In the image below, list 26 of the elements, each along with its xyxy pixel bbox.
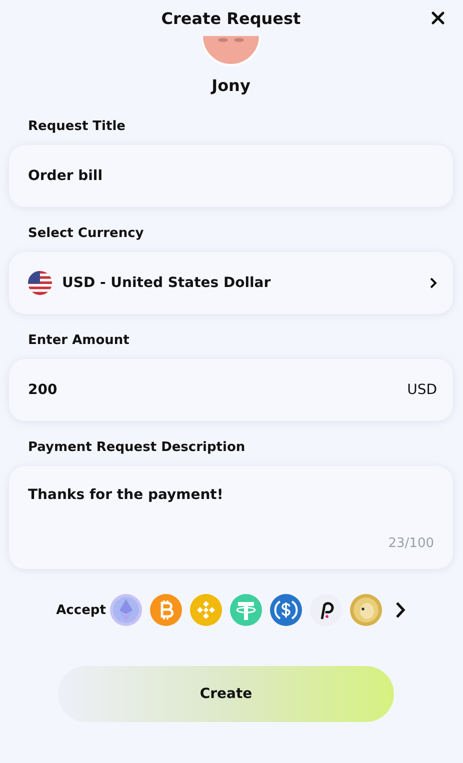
description-field[interactable]: Thanks for the payment! 23/100 — [9, 466, 453, 569]
polkadot-icon — [310, 594, 342, 626]
chevron-right-icon — [429, 277, 437, 289]
field-label: Select Currency — [28, 226, 145, 243]
field-label: Enter Amount — [28, 333, 130, 350]
create-button[interactable]: Create — [58, 666, 394, 722]
field-label: Request Title — [28, 119, 126, 136]
window-title: Create Request — [161, 9, 301, 28]
avatar — [198, 36, 264, 66]
input-field[interactable]: Order bill — [9, 145, 453, 207]
currency-unit: USD — [407, 382, 437, 398]
close-icon[interactable] — [431, 11, 445, 25]
chevron-right-icon[interactable] — [394, 601, 406, 619]
accept-label: Accept — [56, 602, 106, 618]
amount-field[interactable]: 200 USD — [9, 359, 453, 421]
character-counter: 23/100 — [388, 536, 434, 551]
tether-icon — [230, 594, 262, 626]
recipient-name: Jony — [210, 76, 252, 97]
field-label: Payment Request Description — [28, 440, 246, 457]
flag-icon — [28, 271, 52, 295]
currency-select[interactable]: USD - United States Dollar — [9, 252, 453, 314]
description-text: Thanks for the payment! — [28, 487, 224, 503]
dollar-coin-icon — [270, 594, 302, 626]
bitcoin-icon — [150, 594, 182, 626]
dog-coin-icon — [350, 594, 382, 626]
ethereum-icon — [110, 594, 142, 626]
